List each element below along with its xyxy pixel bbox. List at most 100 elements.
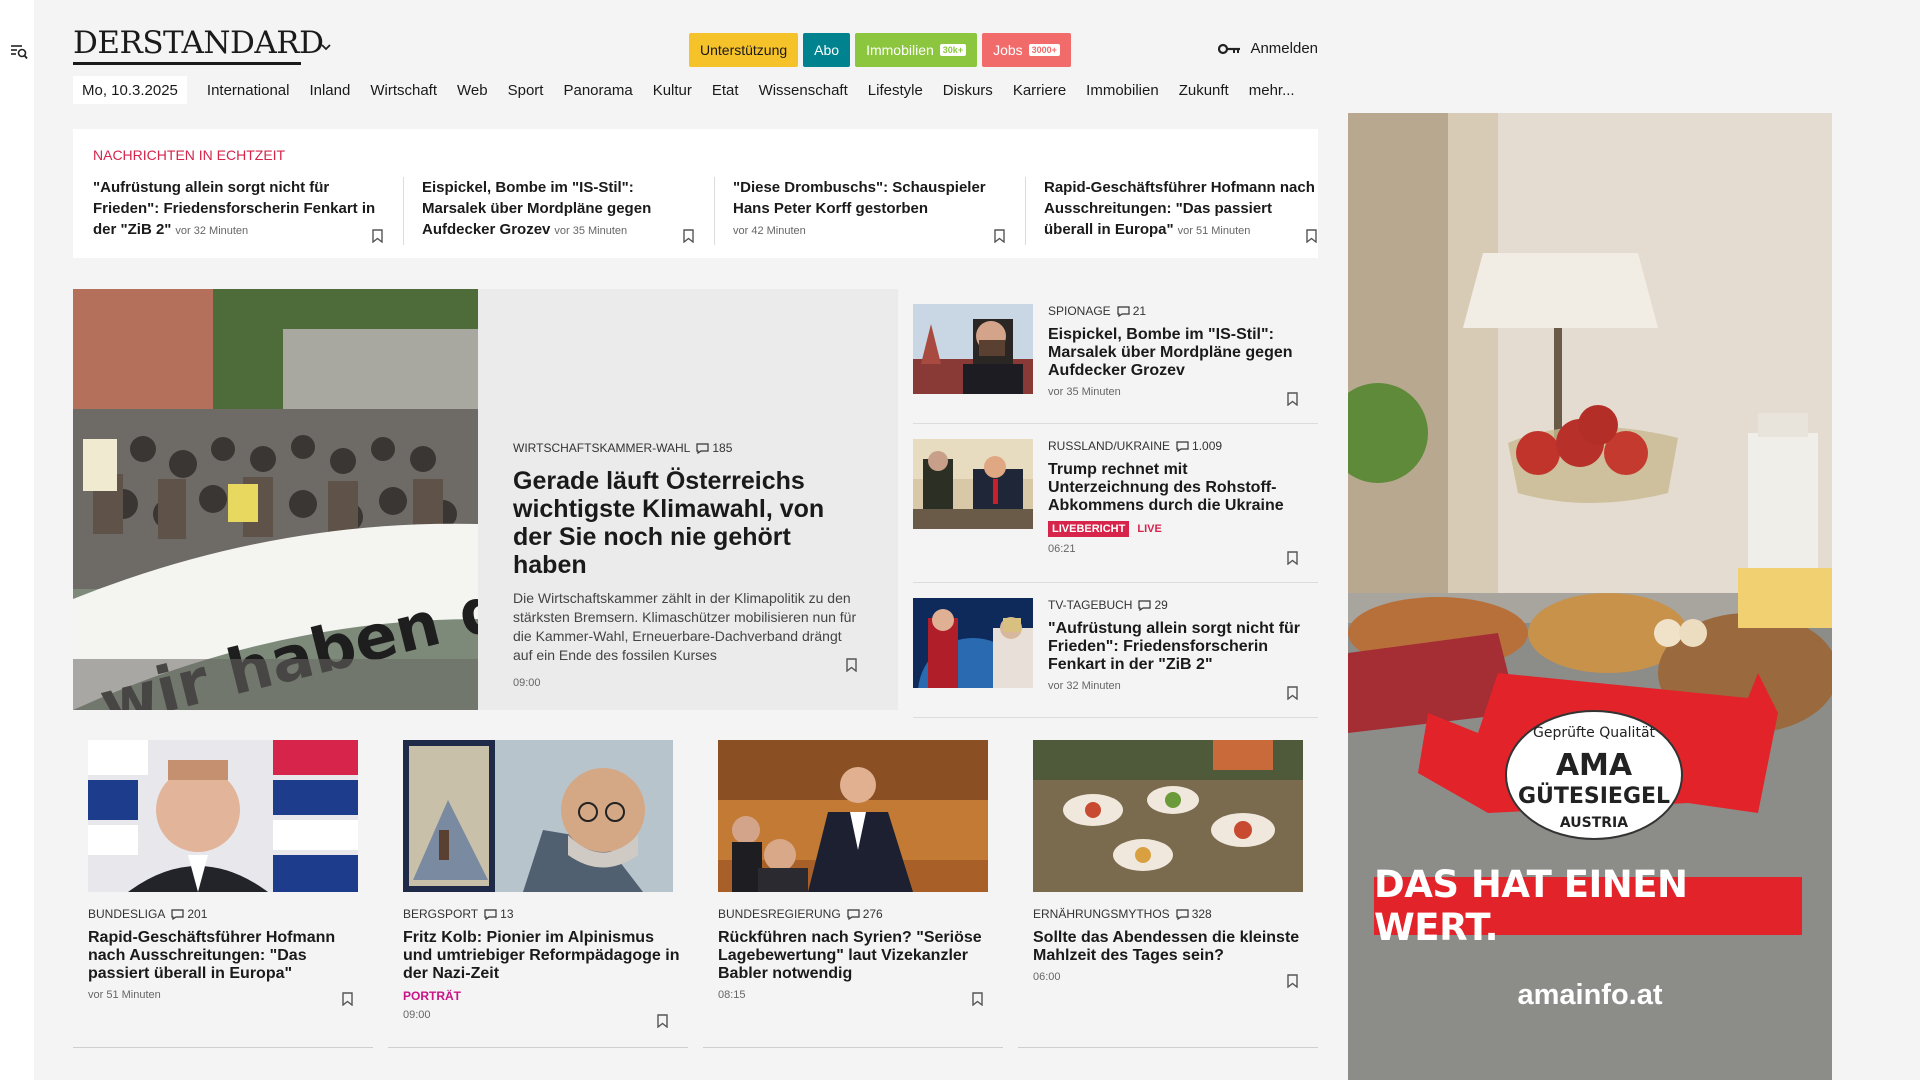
side-article-image[interactable] — [913, 439, 1033, 529]
side-article-image[interactable] — [913, 598, 1033, 688]
side-article-image[interactable] — [913, 304, 1033, 394]
article-card-image[interactable] — [403, 740, 673, 892]
ad-headline[interactable]: DAS HAT EINEN WERT. — [1374, 863, 1802, 949]
article-card[interactable]: BUNDESREGIERUNG 276 Rückführen nach Syrie… — [703, 740, 1003, 1048]
card-comments[interactable]: 13 — [484, 907, 514, 921]
nav-wissenschaft[interactable]: Wissenschaft — [749, 82, 858, 99]
hero-article[interactable]: wir haben die W WIRTSCHAFTSKAMMER-WAHL 1… — [73, 289, 898, 710]
side-comment-count: 29 — [1154, 598, 1168, 612]
side-time: vor 32 Minuten — [1048, 680, 1121, 692]
comment-icon — [1176, 908, 1189, 920]
site-logo[interactable]: DERSTANDARD — [73, 28, 324, 59]
nav-immobilien[interactable]: Immobilien — [1076, 82, 1169, 99]
card-title[interactable]: Fritz Kolb: Pionier im Alpinismus und um… — [403, 929, 683, 983]
side-comments[interactable]: 29 — [1138, 598, 1168, 612]
nav-web[interactable]: Web — [447, 82, 498, 99]
bookmark-icon[interactable] — [683, 229, 694, 243]
bookmark-icon[interactable] — [1306, 229, 1317, 243]
comment-icon — [1176, 440, 1189, 452]
menu-search-icon[interactable] — [10, 44, 28, 60]
nav-wirtschaft[interactable]: Wirtschaft — [360, 82, 447, 99]
hero-time: 09:00 — [513, 677, 541, 689]
ama-seal-logo: Geprüfte Qualität AMA GÜTESIEGEL AUSTRIA — [1505, 710, 1683, 840]
side-comments[interactable]: 21 — [1117, 304, 1146, 318]
nav-lifestyle[interactable]: Lifestyle — [858, 82, 933, 99]
side-article[interactable]: TV-TAGEBUCH 29 "Aufrüstung allein sorgt n… — [913, 583, 1318, 718]
hero-teaser: Die Wirtschaftskammer zählt in der Klima… — [513, 590, 857, 663]
ticker-item[interactable]: "Aufrüstung allein sorgt nicht für Fried… — [93, 177, 404, 245]
ticker-item[interactable]: Eispickel, Bombe im "IS-Stil": Marsalek … — [404, 177, 715, 245]
card-title[interactable]: Sollte das Abendessen die kleinste Mahlz… — [1033, 929, 1313, 965]
article-card[interactable]: BUNDESLIGA 201 Rapid-Geschäftsführer Hofm… — [73, 740, 373, 1048]
bookmark-icon[interactable] — [1287, 686, 1298, 700]
bookmark-icon[interactable] — [1287, 551, 1298, 565]
article-card-image[interactable] — [88, 740, 358, 892]
comment-icon — [1117, 305, 1130, 317]
jobs-button[interactable]: Jobs 3000+ — [982, 33, 1071, 67]
side-title[interactable]: Eispickel, Bombe im "IS-Stil": Marsalek … — [1048, 326, 1308, 380]
card-kicker: ERNÄHRUNGSMYTHOS — [1033, 907, 1170, 921]
nav-more[interactable]: mehr... — [1239, 82, 1305, 99]
ticker-item-time: vor 32 Minuten — [175, 225, 249, 237]
bookmark-icon[interactable] — [972, 992, 983, 1006]
card-title[interactable]: Rapid-Geschäftsführer Hofmann nach Aussc… — [88, 929, 368, 983]
side-comments[interactable]: 1.009 — [1176, 439, 1222, 453]
bookmark-icon[interactable] — [657, 1014, 668, 1028]
bookmark-icon[interactable] — [1287, 392, 1298, 406]
ad-url[interactable]: amainfo.at — [1348, 979, 1832, 1012]
card-comments[interactable]: 201 — [171, 907, 207, 921]
article-card[interactable]: BERGSPORT 13 Fritz Kolb: Pionier im Alpin… — [388, 740, 688, 1048]
bookmark-icon[interactable] — [846, 658, 857, 672]
bookmark-icon[interactable] — [342, 992, 353, 1006]
immobilien-button[interactable]: Immobilien 30k+ — [855, 33, 978, 67]
hero-comments[interactable]: 185 — [696, 441, 732, 455]
section-nav: Mo, 10.3.2025 International Inland Wirts… — [73, 76, 1305, 104]
advertisement[interactable]: Geprüfte Qualität AMA GÜTESIEGEL AUSTRIA… — [1348, 113, 1832, 1080]
seal-bottom-text: AUSTRIA — [1560, 815, 1628, 831]
card-comments[interactable]: 276 — [847, 907, 883, 921]
side-title[interactable]: Trump rechnet mit Unterzeichnung des Roh… — [1048, 461, 1308, 515]
portrait-label: PORTRÄT — [403, 989, 461, 1003]
nav-karriere[interactable]: Karriere — [1003, 82, 1076, 99]
nav-international[interactable]: International — [197, 82, 300, 99]
chevron-down-icon[interactable] — [320, 42, 332, 52]
article-card[interactable]: ERNÄHRUNGSMYTHOS 328 Sollte das Abendesse… — [1018, 740, 1318, 1048]
nav-inland[interactable]: Inland — [299, 82, 360, 99]
seal-main-2: GÜTESIEGEL — [1518, 783, 1670, 809]
card-comment-count: 201 — [187, 907, 208, 921]
side-title[interactable]: "Aufrüstung allein sorgt nicht für Fried… — [1048, 620, 1308, 674]
hero-image[interactable]: wir haben die W — [73, 289, 478, 710]
nav-kultur[interactable]: Kultur — [643, 82, 702, 99]
ticker-heading: NACHRICHTEN IN ECHTZEIT — [93, 147, 286, 163]
immobilien-count-badge: 30k+ — [939, 44, 967, 56]
bookmark-icon[interactable] — [994, 229, 1005, 243]
login-link[interactable]: Anmelden — [1218, 40, 1318, 57]
nav-diskurs[interactable]: Diskurs — [933, 82, 1003, 99]
side-time: vor 35 Minuten — [1048, 386, 1121, 398]
bookmark-icon[interactable] — [372, 229, 383, 243]
livebericht-badge: LIVEBERICHT — [1048, 521, 1130, 537]
article-card-image[interactable] — [718, 740, 988, 892]
card-title[interactable]: Rückführen nach Syrien? "Seriöse Lagebew… — [718, 929, 998, 983]
card-kicker: BUNDESLIGA — [88, 907, 166, 921]
side-article[interactable]: SPIONAGE 21 Eispickel, Bombe im "IS-Stil"… — [913, 289, 1318, 424]
ticker-item-time: vor 35 Minuten — [554, 225, 628, 237]
ticker-item[interactable]: Rapid-Geschäftsführer Hofmann nach Aussc… — [1026, 177, 1337, 245]
support-button[interactable]: Unterstützung — [689, 33, 799, 67]
card-kicker: BERGSPORT — [403, 907, 479, 921]
ticker-item[interactable]: "Diese Drombuschs": Schauspieler Hans Pe… — [715, 177, 1026, 245]
hero-title[interactable]: Gerade läuft Österreichs wichtigste Klim… — [513, 467, 863, 579]
login-label: Anmelden — [1250, 40, 1318, 57]
nav-zukunft[interactable]: Zukunft — [1169, 82, 1239, 99]
abo-button[interactable]: Abo — [803, 33, 851, 67]
nav-panorama[interactable]: Panorama — [553, 82, 642, 99]
nav-sport[interactable]: Sport — [498, 82, 554, 99]
card-comment-count: 328 — [1191, 907, 1212, 921]
comment-icon — [171, 908, 184, 920]
article-card-image[interactable] — [1033, 740, 1303, 892]
nav-etat[interactable]: Etat — [702, 82, 749, 99]
bookmark-icon[interactable] — [1287, 974, 1298, 988]
side-article[interactable]: RUSSLAND/UKRAINE 1.009 Trump rechnet mit … — [913, 424, 1318, 583]
card-comments[interactable]: 328 — [1176, 907, 1212, 921]
comment-icon — [696, 442, 709, 454]
